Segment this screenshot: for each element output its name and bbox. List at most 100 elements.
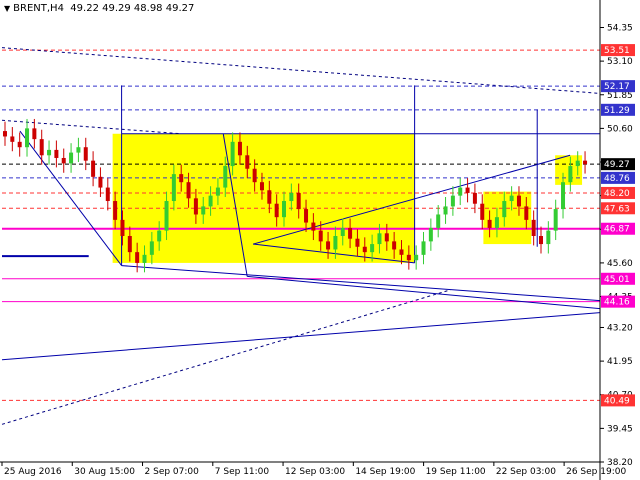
- candle-body-18: [135, 252, 140, 263]
- candle-body-17: [127, 236, 132, 253]
- y-tick-label: 54.35: [607, 23, 633, 33]
- candle-body-2: [17, 141, 22, 148]
- candle-body-50: [370, 244, 375, 253]
- candle-body-31: [230, 141, 235, 167]
- level-label: 51.29: [604, 106, 630, 116]
- candle-body-14: [105, 187, 110, 202]
- price-chart[interactable]: 54.3553.1051.8550.6049.3548.1046.8545.60…: [0, 0, 640, 480]
- candle-body-52: [384, 233, 389, 242]
- candle-body-49: [362, 246, 367, 253]
- candle-body-34: [252, 168, 257, 183]
- candle-body-24: [179, 174, 184, 183]
- candle-body-79: [583, 160, 588, 165]
- time-axis: 25 Aug 2016 30 Aug 15:00 2 Sep 07:00 7 Sep …: [0, 461, 626, 477]
- candle-body-4: [32, 128, 37, 140]
- candle-body-64: [472, 192, 477, 204]
- candle-body-44: [326, 241, 331, 250]
- y-tick-label: 39.45: [607, 424, 633, 434]
- x-tick-label: 22 Sep 03:00: [496, 467, 556, 477]
- candle-body-43: [318, 230, 323, 242]
- candle-body-19: [142, 254, 147, 263]
- candle-body-48: [355, 238, 360, 247]
- candle-body-39: [289, 192, 294, 202]
- candle-body-70: [516, 195, 521, 207]
- candle-body-25: [186, 182, 191, 199]
- x-tick-label: 25 Aug 2016: [4, 467, 62, 477]
- level-label: 49.27: [604, 160, 630, 170]
- candle-body-30: [223, 166, 228, 188]
- candle-body-65: [480, 203, 485, 220]
- candle-body-53: [392, 241, 397, 250]
- y-tick-label: 53.10: [607, 57, 633, 67]
- candle-body-40: [296, 192, 301, 210]
- x-tick-label: 26 Sep 19:00: [566, 467, 626, 477]
- y-tick-label: 43.20: [607, 323, 633, 333]
- x-tick-label: 19 Sep 11:00: [426, 467, 486, 477]
- y-tick-label: 45.60: [607, 259, 633, 269]
- candle-body-57: [421, 241, 426, 255]
- level-label: 44.16: [604, 298, 630, 308]
- candle-body-72: [531, 219, 536, 236]
- candle-body-22: [164, 201, 169, 231]
- candle-body-21: [157, 230, 162, 242]
- level-label: 40.49: [604, 396, 630, 406]
- candle-body-42: [311, 222, 316, 231]
- candle-body-36: [267, 190, 272, 204]
- candle-body-51: [377, 233, 382, 245]
- level-label: 48.76: [604, 174, 630, 184]
- x-tick-label: 14 Sep 19:00: [355, 467, 415, 477]
- y-tick-label: 51.85: [607, 91, 633, 101]
- level-label: 53.51: [604, 46, 630, 56]
- candle-body-59: [436, 214, 441, 228]
- candle-body-71: [524, 206, 529, 220]
- level-label: 48.20: [604, 189, 630, 199]
- trendline-4: [121, 265, 601, 302]
- candle-body-6: [47, 149, 52, 156]
- candle-body-23: [171, 174, 176, 202]
- level-label: 46.87: [604, 225, 630, 235]
- x-tick-label: 30 Aug 15:00: [74, 467, 135, 477]
- candle-body-0: [2, 131, 7, 137]
- trendline-2: [1, 312, 601, 361]
- candle-body-74: [546, 230, 551, 245]
- candle-body-5: [39, 139, 44, 156]
- price-axis: 54.3553.1051.8550.6049.3548.1046.8545.60…: [599, 0, 635, 480]
- candle-body-45: [333, 236, 338, 250]
- candle-body-69: [509, 195, 514, 202]
- candle-body-67: [494, 217, 499, 228]
- candle-body-32: [237, 141, 242, 156]
- candle-body-13: [98, 176, 103, 188]
- candle-body-15: [113, 201, 118, 220]
- candle-body-61: [450, 195, 455, 207]
- candle-body-78: [575, 160, 580, 167]
- candle-body-54: [399, 249, 404, 255]
- candle-body-10: [76, 147, 81, 153]
- candle-body-55: [406, 254, 411, 261]
- trendline-8: [247, 275, 601, 310]
- candle-body-60: [443, 206, 448, 215]
- candle-body-47: [348, 227, 353, 239]
- candle-body-38: [282, 201, 287, 218]
- candle-body-12: [91, 160, 96, 177]
- candle-body-26: [193, 198, 198, 215]
- candle-body-33: [245, 155, 250, 169]
- candle-body-68: [502, 201, 507, 218]
- candle-body-9: [69, 152, 74, 164]
- candle-body-28: [208, 195, 213, 207]
- trendline-0: [1, 47, 601, 94]
- candle-body-8: [61, 157, 66, 164]
- candle-body-76: [561, 182, 566, 210]
- candle-body-20: [149, 241, 154, 255]
- candle-body-3: [25, 128, 30, 148]
- x-tick-label: 12 Sep 03:00: [285, 467, 345, 477]
- x-tick-label: 7 Sep 11:00: [215, 467, 270, 477]
- candle-body-77: [568, 166, 573, 183]
- candle-body-37: [274, 203, 279, 218]
- candle-body-75: [553, 209, 558, 231]
- candle-body-63: [465, 187, 470, 193]
- candle-body-16: [120, 219, 125, 236]
- trendline-1: [1, 289, 451, 425]
- candle-body-66: [487, 219, 492, 228]
- candle-body-46: [340, 227, 345, 236]
- candle-body-56: [414, 254, 419, 261]
